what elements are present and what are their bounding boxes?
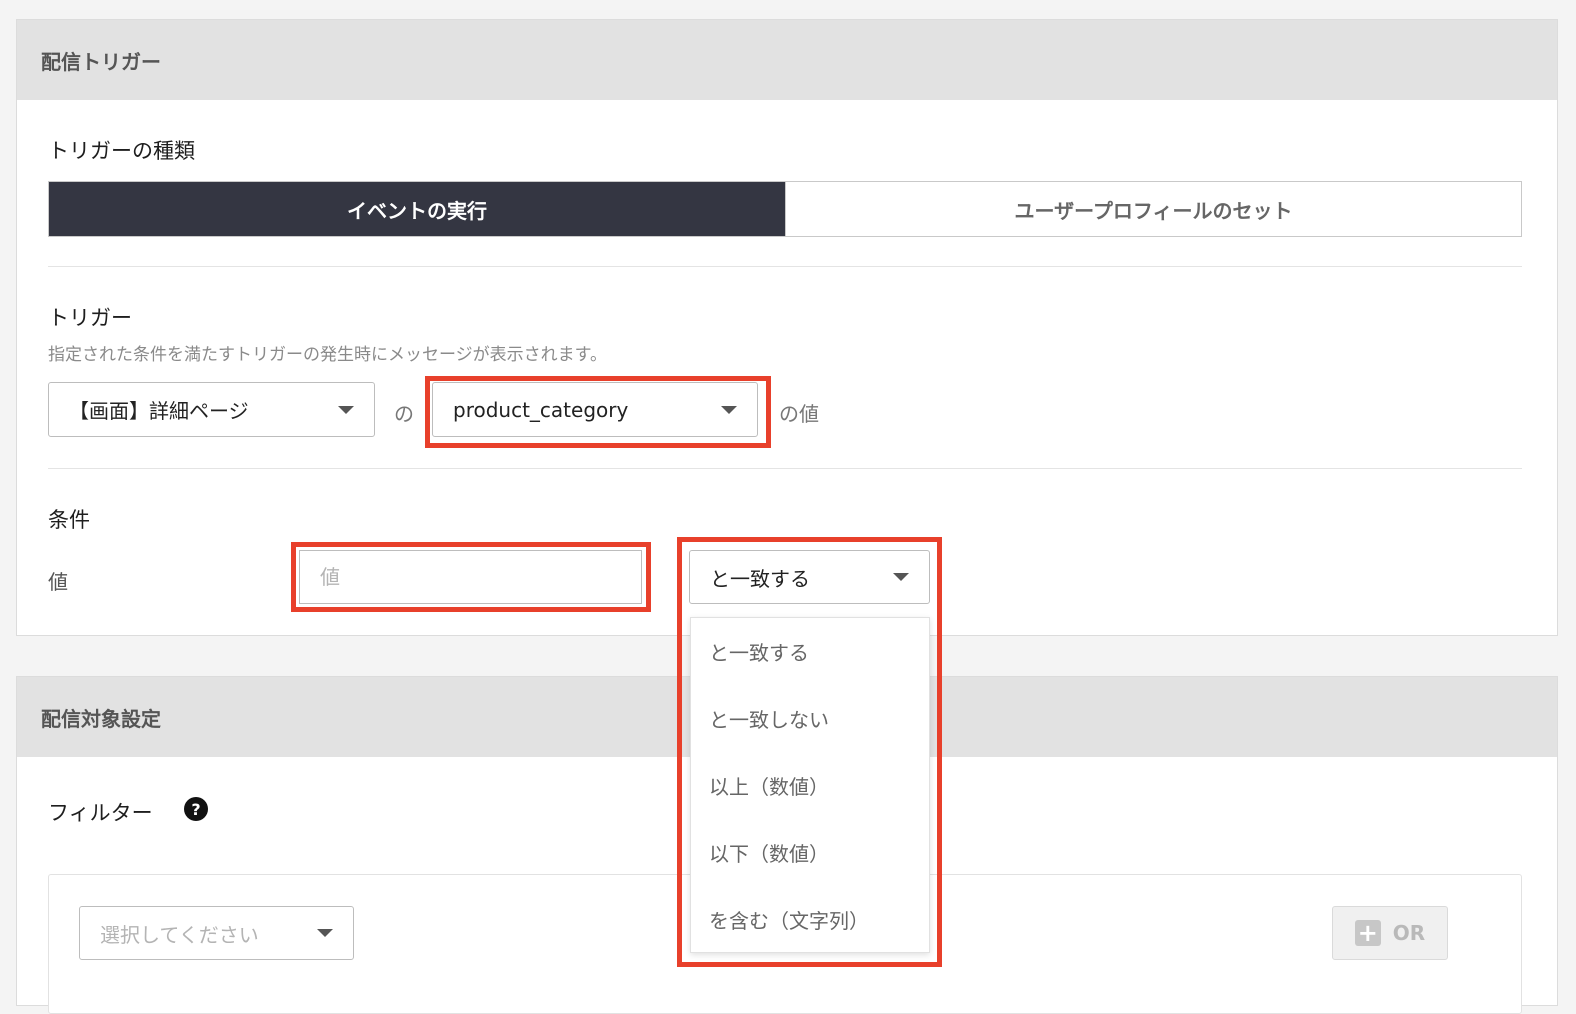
- trigger-type-toggle: イベントの実行 ユーザープロフィールのセット: [48, 181, 1522, 237]
- event-select-value: 【画面】詳細ページ: [69, 399, 249, 423]
- event-select[interactable]: 【画面】詳細ページ: [48, 382, 375, 437]
- caret-down-icon: [893, 573, 909, 581]
- property-select[interactable]: product_category: [432, 382, 758, 437]
- filter-label: フィルター: [48, 801, 153, 825]
- value-suffix-text: の値: [779, 402, 819, 426]
- operator-select[interactable]: と一致する: [689, 550, 930, 604]
- caret-down-icon: [721, 405, 737, 414]
- plus-square-icon: +: [1354, 920, 1381, 946]
- operator-option-equals[interactable]: と一致する: [691, 618, 929, 685]
- operator-option-not-equals[interactable]: と一致しない: [691, 685, 929, 752]
- tab-user-profile-set[interactable]: ユーザープロフィールのセット: [785, 182, 1521, 236]
- trigger-section-header: 配信トリガー: [17, 20, 1557, 100]
- filter-select-placeholder: 選択してください: [100, 922, 259, 947]
- value-input[interactable]: [299, 550, 642, 604]
- operator-option-gte[interactable]: 以上（数値）: [691, 752, 929, 819]
- divider: [48, 266, 1522, 267]
- filter-select[interactable]: 選択してください: [79, 906, 354, 960]
- property-select-value: product_category: [453, 397, 629, 422]
- question-circle-icon[interactable]: ?: [184, 797, 208, 821]
- operator-dropdown-menu: と一致する と一致しない 以上（数値） 以下（数値） を含む（文字列）: [690, 617, 930, 953]
- divider: [48, 468, 1522, 469]
- condition-label: 条件: [48, 508, 90, 532]
- tab-event-execution[interactable]: イベントの実行: [49, 182, 785, 236]
- add-or-button[interactable]: + OR: [1332, 906, 1448, 960]
- caret-down-icon: [317, 929, 333, 937]
- connector-text: の: [394, 402, 414, 426]
- operator-option-lte[interactable]: 以下（数値）: [691, 819, 929, 886]
- value-label: 値: [48, 570, 68, 594]
- operator-option-contains[interactable]: を含む（文字列）: [691, 886, 929, 953]
- trigger-help-text: 指定された条件を満たすトリガーの発生時にメッセージが表示されます。: [48, 345, 607, 365]
- trigger-type-label: トリガーの種類: [48, 139, 195, 163]
- trigger-panel: 配信トリガー トリガーの種類 イベントの実行 ユーザープロフィールのセット トリ…: [16, 19, 1558, 636]
- trigger-label: トリガー: [48, 306, 132, 330]
- or-button-label: OR: [1392, 921, 1426, 945]
- operator-select-value: と一致する: [710, 566, 810, 591]
- caret-down-icon: [338, 405, 354, 414]
